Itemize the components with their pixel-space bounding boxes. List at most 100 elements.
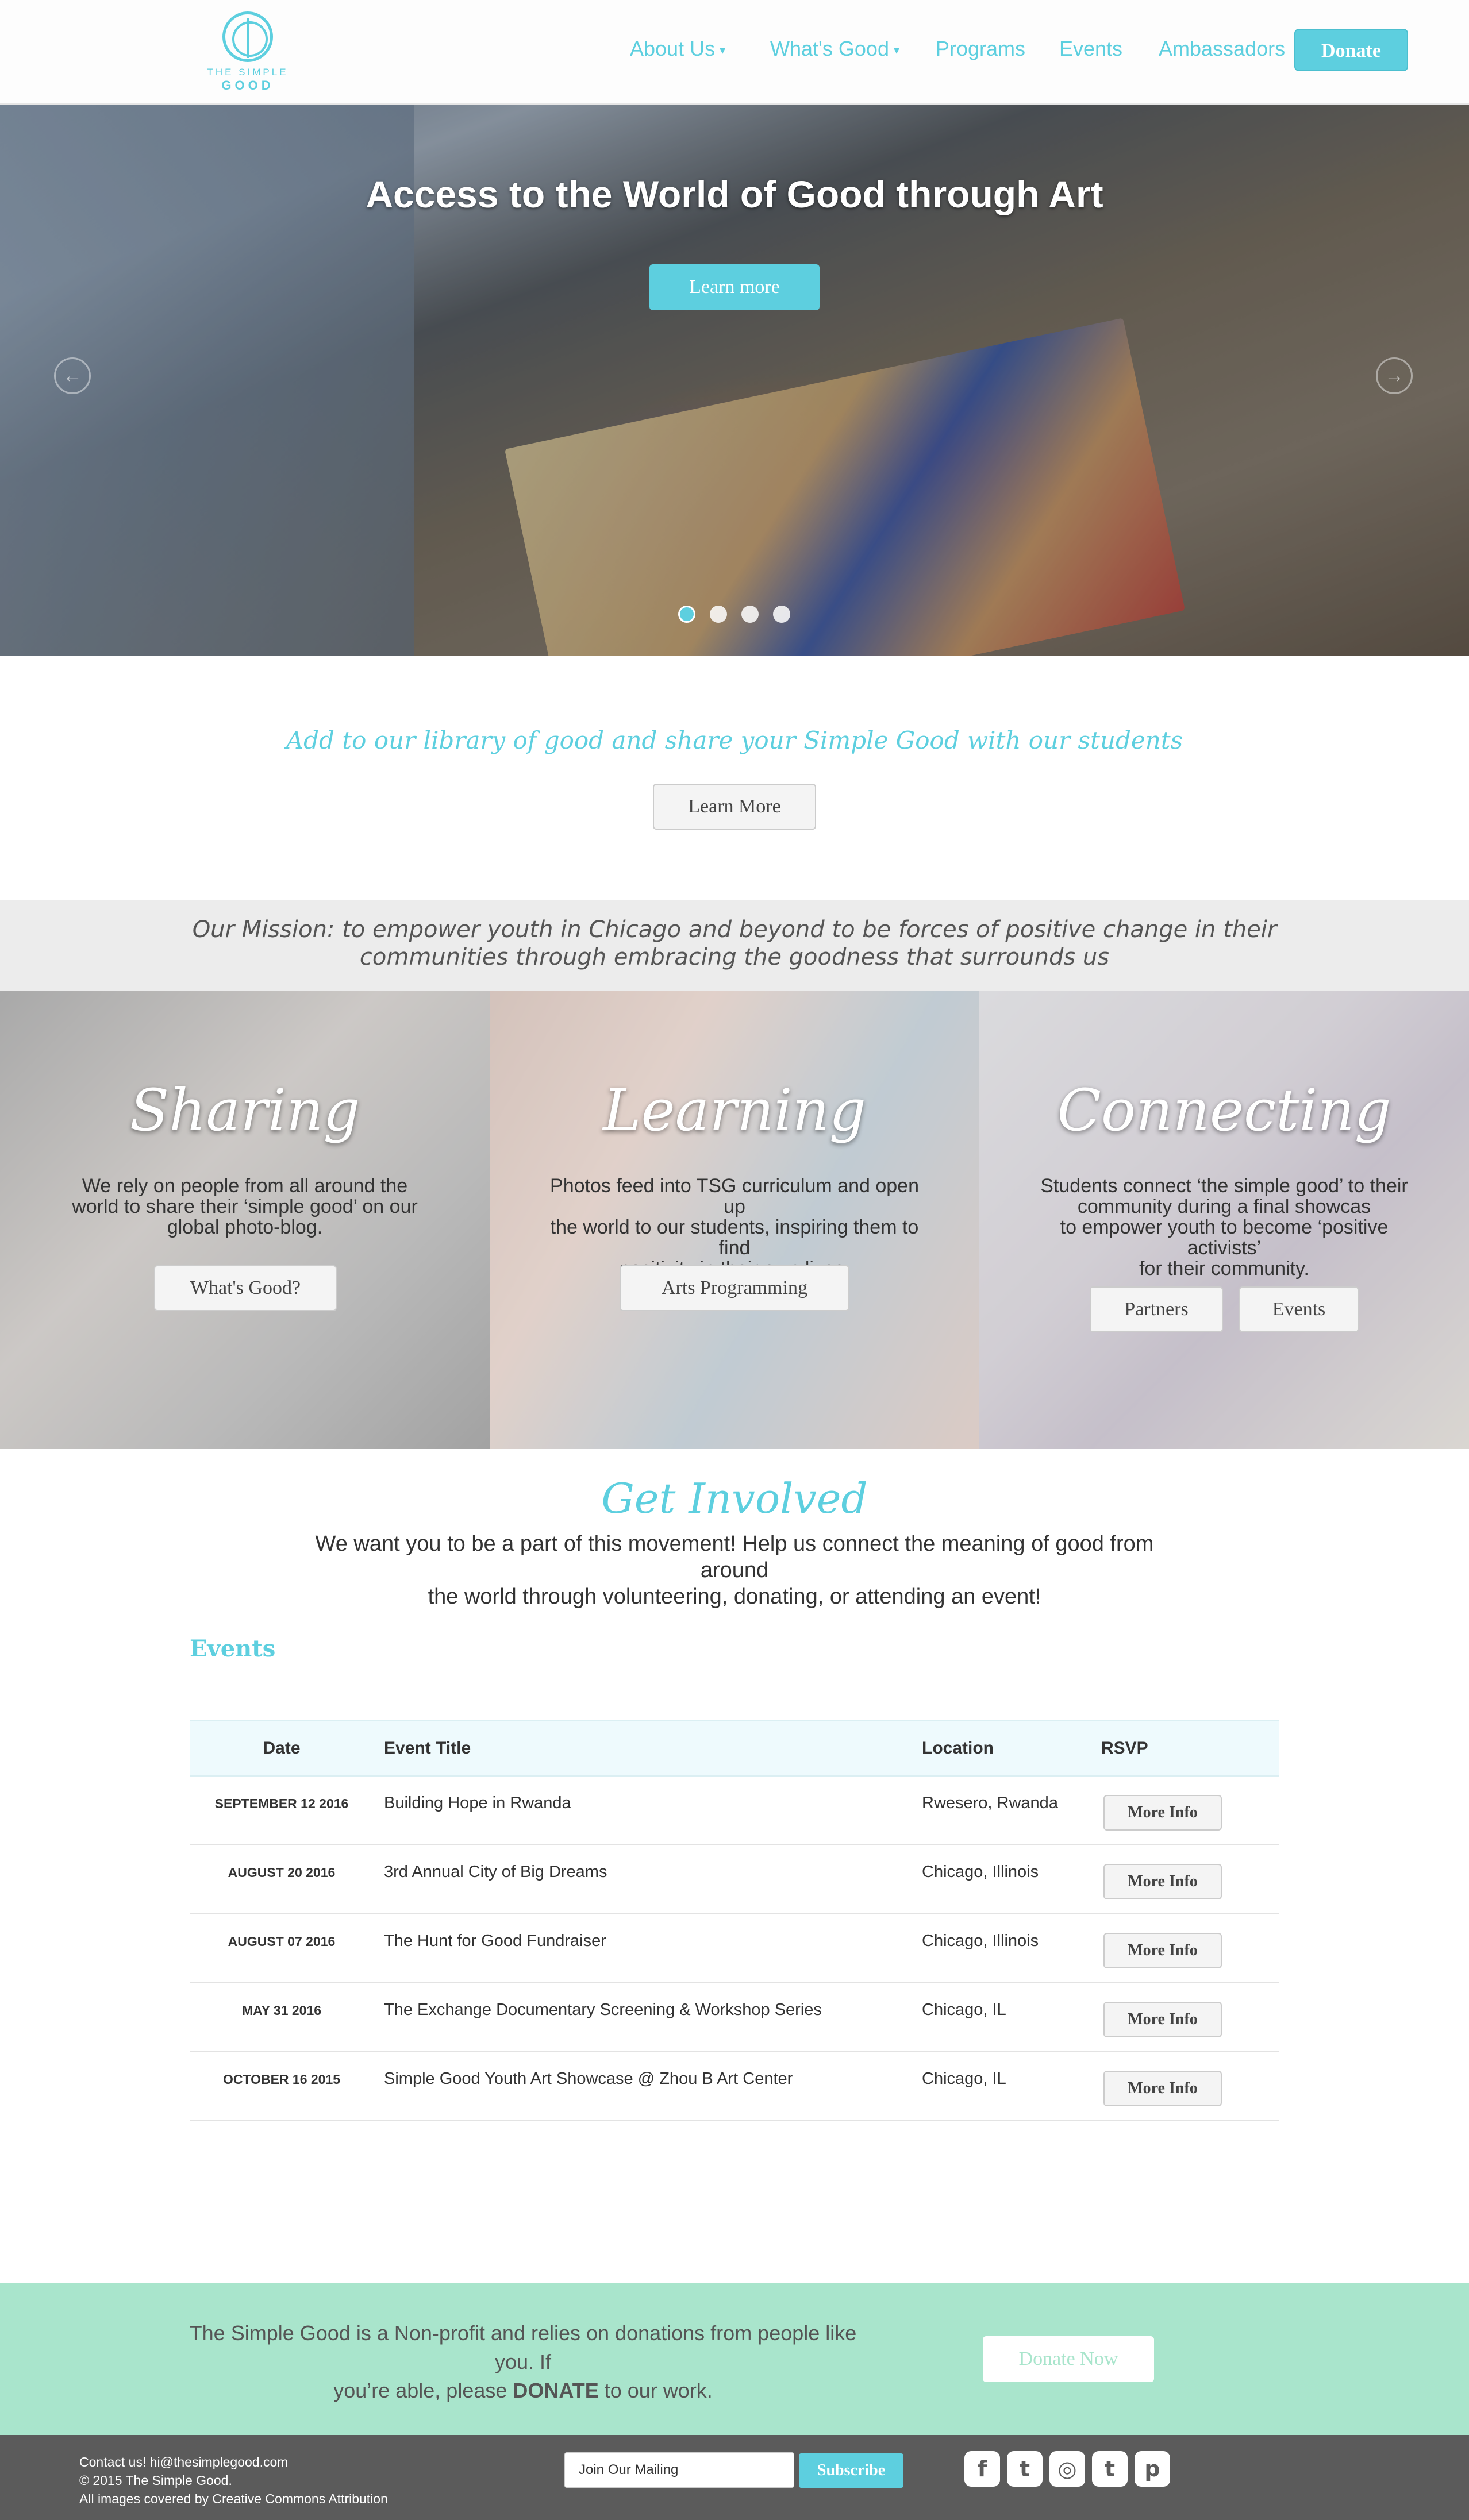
table-row: AUGUST 07 2016 The Hunt for Good Fundrai… xyxy=(190,1914,1279,1983)
globe-logo-icon xyxy=(222,11,273,62)
footer-contact[interactable]: Contact us! hi@thesimplegood.com xyxy=(79,2455,288,2470)
nav-whats-good[interactable]: What's Good ▾ xyxy=(770,37,899,61)
arts-programming-button[interactable]: Arts Programming xyxy=(620,1265,849,1311)
table-row: SEPTEMBER 12 2016 Building Hope in Rwand… xyxy=(190,1777,1279,1845)
event-date: SEPTEMBER 12 2016 xyxy=(214,1796,349,1811)
carousel-dot-4[interactable] xyxy=(773,606,790,623)
carousel-dot-2[interactable] xyxy=(710,606,727,623)
event-date: AUGUST 20 2016 xyxy=(228,1865,336,1880)
more-info-button[interactable]: More Info xyxy=(1103,2002,1222,2037)
panel-sharing-line: global photo-blog. xyxy=(167,1216,323,1238)
logo-line-1: THE SIMPLE xyxy=(207,67,289,78)
pinterest-icon[interactable]: p xyxy=(1135,2451,1170,2487)
panel-sharing-line: world to share their ‘simple good’ on ou… xyxy=(72,1196,418,1217)
library-learn-more-button[interactable]: Learn More xyxy=(653,784,816,830)
get-involved-text: We want you to be a part of this movemen… xyxy=(299,1531,1170,1610)
nav-programs[interactable]: Programs xyxy=(936,37,1025,61)
mission-line-2: communities through embracing the goodne… xyxy=(359,944,1110,970)
event-title: The Hunt for Good Fundraiser xyxy=(384,1932,606,1950)
panel-connecting-text: Students connect ‘the simple good’ to th… xyxy=(1031,1176,1417,1279)
donate-emphasis: DONATE xyxy=(513,2379,599,2402)
caret-down-icon: ▾ xyxy=(720,44,726,57)
footer-copyright: © 2015 The Simple Good. xyxy=(79,2473,232,2488)
event-location: Rwesero, Rwanda xyxy=(922,1794,1058,1812)
panel-sharing-line: We rely on people from all around the xyxy=(82,1175,408,1197)
event-date: OCTOBER 16 2015 xyxy=(222,2072,341,2087)
donate-button[interactable]: Donate xyxy=(1294,29,1408,71)
panel-connecting-line: to empower youth to become ‘positive act… xyxy=(1060,1216,1389,1259)
events-table: Date Event Title Location RSVP SEPTEMBER… xyxy=(190,1720,1279,2121)
event-title: 3rd Annual City of Big Dreams xyxy=(384,1863,607,1881)
carousel-prev-icon[interactable]: ← xyxy=(54,357,91,394)
panel-connecting-line: Students connect ‘the simple good’ to th… xyxy=(1040,1175,1408,1197)
library-callout: Add to our library of good and share you… xyxy=(286,726,1183,754)
donate-now-button[interactable]: Donate Now xyxy=(983,2336,1154,2382)
events-heading: Events xyxy=(190,1635,276,1662)
donate-band-text: The Simple Good is a Non-profit and reli… xyxy=(184,2319,862,2405)
carousel-dot-1[interactable] xyxy=(678,606,695,623)
event-date: MAY 31 2016 xyxy=(241,2003,322,2018)
nav-about-us[interactable]: About Us ▾ xyxy=(630,37,725,61)
tumblr-icon[interactable]: t xyxy=(1092,2451,1128,2487)
more-info-button[interactable]: More Info xyxy=(1103,1864,1222,1899)
mission-line-1: Our Mission: to empower youth in Chicago… xyxy=(192,916,1277,943)
panel-sharing-text: We rely on people from all around the wo… xyxy=(52,1176,438,1238)
events-button[interactable]: Events xyxy=(1239,1286,1359,1332)
panel-learning-text: Photos feed into TSG curriculum and open… xyxy=(541,1176,928,1279)
event-title: Building Hope in Rwanda xyxy=(384,1794,571,1812)
event-location: Chicago, IL xyxy=(922,2001,1006,2019)
more-info-button[interactable]: More Info xyxy=(1103,1933,1222,1968)
get-involved-line: the world through volunteering, donating… xyxy=(428,1585,1041,1609)
panel-connecting-line: community during a final showcas xyxy=(1077,1196,1371,1217)
nav-whats-good-label: What's Good xyxy=(770,37,889,60)
panel-sharing-title: Sharing xyxy=(129,1077,360,1144)
panel-learning-line: the world to our students, inspiring the… xyxy=(550,1216,919,1259)
panel-learning-title: Learning xyxy=(603,1077,866,1144)
nav-ambassadors[interactable]: Ambassadors xyxy=(1159,37,1285,61)
carousel-dot-3[interactable] xyxy=(741,606,759,623)
nav-about-us-label: About Us xyxy=(630,37,716,60)
subscribe-button[interactable]: Subscribe xyxy=(799,2453,903,2488)
nav-events[interactable]: Events xyxy=(1059,37,1122,61)
footer-license: All images covered by Creative Commons A… xyxy=(79,2491,388,2506)
get-involved-line: We want you to be a part of this movemen… xyxy=(315,1532,1154,1582)
table-row: AUGUST 20 2016 3rd Annual City of Big Dr… xyxy=(190,1845,1279,1914)
col-title: Event Title xyxy=(384,1739,471,1758)
facebook-icon[interactable]: f xyxy=(964,2451,1000,2487)
event-location: Chicago, Illinois xyxy=(922,1932,1039,1950)
panel-connecting: Connecting Students connect ‘the simple … xyxy=(979,991,1469,1449)
mailing-list-input[interactable]: Join Our Mailing xyxy=(564,2452,794,2488)
donate-band-line: The Simple Good is a Non-profit and reli… xyxy=(189,2321,857,2373)
col-location: Location xyxy=(922,1739,994,1758)
event-title: The Exchange Documentary Screening & Wor… xyxy=(384,2001,822,2019)
partners-button[interactable]: Partners xyxy=(1090,1286,1223,1332)
panel-connecting-title: Connecting xyxy=(1057,1077,1391,1144)
col-date: Date xyxy=(263,1739,301,1758)
event-location: Chicago, Illinois xyxy=(922,1863,1039,1881)
col-rsvp: RSVP xyxy=(1101,1739,1148,1758)
donate-band-line: you’re able, please DONATE to our work. xyxy=(333,2379,713,2402)
panel-connecting-line: for their community. xyxy=(1139,1258,1309,1280)
get-involved-title: Get Involved xyxy=(601,1474,868,1523)
table-row: MAY 31 2016 The Exchange Documentary Scr… xyxy=(190,1983,1279,2052)
site-logo[interactable]: THE SIMPLE GOOD xyxy=(205,11,291,98)
table-row: OCTOBER 16 2015 Simple Good Youth Art Sh… xyxy=(190,2052,1279,2121)
hero-title: Access to the World of Good through Art xyxy=(366,173,1103,215)
logo-line-2: GOOD xyxy=(221,78,274,93)
instagram-icon[interactable]: ◎ xyxy=(1049,2451,1085,2487)
events-table-header: Date Event Title Location RSVP xyxy=(190,1720,1279,1777)
event-location: Chicago, IL xyxy=(922,2070,1006,2088)
mission-statement: Our Mission: to empower youth in Chicago… xyxy=(172,916,1297,971)
more-info-button[interactable]: More Info xyxy=(1103,2071,1222,2106)
twitter-icon[interactable]: t xyxy=(1007,2451,1043,2487)
panel-sharing: Sharing We rely on people from all aroun… xyxy=(0,991,490,1449)
caret-down-icon: ▾ xyxy=(893,44,900,57)
event-title: Simple Good Youth Art Showcase @ Zhou B … xyxy=(384,2070,793,2088)
panel-learning-line: Photos feed into TSG curriculum and open… xyxy=(550,1175,919,1217)
hero-learn-more-button[interactable]: Learn more xyxy=(649,264,820,310)
whats-good-button[interactable]: What's Good? xyxy=(154,1265,337,1311)
more-info-button[interactable]: More Info xyxy=(1103,1795,1222,1831)
event-date: AUGUST 07 2016 xyxy=(228,1934,336,1949)
panel-learning: Learning Photos feed into TSG curriculum… xyxy=(490,991,979,1449)
carousel-next-icon[interactable]: → xyxy=(1376,357,1413,394)
